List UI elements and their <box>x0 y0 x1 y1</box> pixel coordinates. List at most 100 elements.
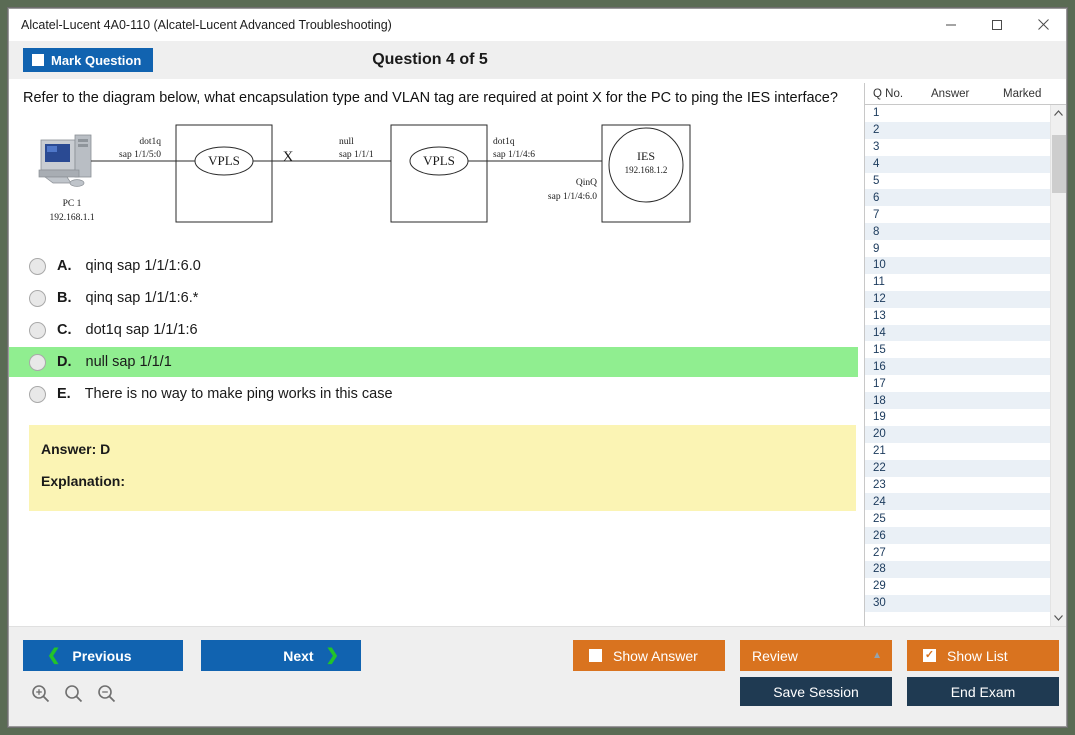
option-d[interactable]: D. null sap 1/1/1 <box>9 347 858 377</box>
option-a[interactable]: A. qinq sap 1/1/1:6.0 <box>9 251 858 281</box>
row-question-number: 21 <box>873 445 931 457</box>
question-list-row[interactable]: 17 <box>865 375 1050 392</box>
question-list-row[interactable]: 29 <box>865 578 1050 595</box>
show-answer-button[interactable]: Show Answer <box>573 640 725 671</box>
question-list-row[interactable]: 15 <box>865 341 1050 358</box>
review-dropdown[interactable]: Review ▲ <box>740 640 892 671</box>
question-list-row[interactable]: 18 <box>865 392 1050 409</box>
diagram-link1-line2: sap 1/1/5:0 <box>119 150 161 160</box>
next-button[interactable]: Next ❯ <box>201 640 361 671</box>
radio-icon[interactable] <box>29 354 46 371</box>
zoom-in-icon[interactable] <box>31 684 50 703</box>
row-question-number: 30 <box>873 597 931 609</box>
option-text: qinq sap 1/1/1:6.0 <box>86 258 201 274</box>
row-question-number: 16 <box>873 361 931 373</box>
close-button[interactable] <box>1020 9 1066 41</box>
question-list-row[interactable]: 1 <box>865 105 1050 122</box>
scrollbar-thumb[interactable] <box>1052 135 1066 193</box>
option-text: dot1q sap 1/1/1:6 <box>86 322 198 338</box>
question-list-row[interactable]: 14 <box>865 325 1050 342</box>
chevron-up-icon[interactable]: ▲ <box>872 650 882 661</box>
row-question-number: 26 <box>873 530 931 542</box>
question-list-row[interactable]: 11 <box>865 274 1050 291</box>
zoom-reset-icon[interactable] <box>64 684 83 703</box>
option-c[interactable]: C. dot1q sap 1/1/1:6 <box>9 315 858 345</box>
diagram-ies-label: IES <box>637 149 655 163</box>
scrollbar-track[interactable] <box>1051 121 1066 610</box>
diagram-link2-line2: sap 1/1/1 <box>339 150 374 160</box>
question-list-row[interactable]: 7 <box>865 206 1050 223</box>
question-list-row[interactable]: 6 <box>865 189 1050 206</box>
option-letter: A. <box>57 258 72 274</box>
scroll-up-icon[interactable] <box>1051 105 1067 121</box>
row-question-number: 24 <box>873 496 931 508</box>
question-list-row[interactable]: 12 <box>865 291 1050 308</box>
minimize-button[interactable] <box>928 9 974 41</box>
question-list-row[interactable]: 27 <box>865 544 1050 561</box>
scroll-down-icon[interactable] <box>1051 610 1067 626</box>
row-question-number: 11 <box>873 276 931 288</box>
diagram-vpls2-label: VPLS <box>423 153 455 168</box>
radio-icon[interactable] <box>29 386 46 403</box>
show-answer-checkbox-icon[interactable] <box>589 649 602 662</box>
question-list-row[interactable]: 25 <box>865 510 1050 527</box>
question-list-header: Q No. Answer Marked <box>865 83 1066 105</box>
question-list-row[interactable]: 21 <box>865 443 1050 460</box>
diagram-link4-line1: QinQ <box>576 178 597 188</box>
zoom-out-icon[interactable] <box>97 684 116 703</box>
radio-icon[interactable] <box>29 322 46 339</box>
show-list-checkbox-icon[interactable]: ✓ <box>923 649 936 662</box>
question-list-row[interactable]: 20 <box>865 426 1050 443</box>
question-list-row[interactable]: 8 <box>865 223 1050 240</box>
radio-icon[interactable] <box>29 290 46 307</box>
show-list-label: Show List <box>947 648 1008 664</box>
question-list-body: 1234567891011121314151617181920212223242… <box>865 105 1066 626</box>
question-list-row[interactable]: 3 <box>865 139 1050 156</box>
question-list-row[interactable]: 9 <box>865 240 1050 257</box>
exam-footer: ❮ Previous Next ❯ Show Answer Review ▲ ✓… <box>9 626 1066 726</box>
row-question-number: 2 <box>873 124 931 136</box>
row-question-number: 20 <box>873 428 931 440</box>
question-list-row[interactable]: 26 <box>865 527 1050 544</box>
column-header-marked: Marked <box>1003 88 1066 100</box>
mark-question-button[interactable]: Mark Question <box>23 48 153 72</box>
question-list-row[interactable]: 23 <box>865 477 1050 494</box>
maximize-button[interactable] <box>974 9 1020 41</box>
previous-button[interactable]: ❮ Previous <box>23 640 183 671</box>
question-list-row[interactable]: 16 <box>865 358 1050 375</box>
diagram-link1-line1: dot1q <box>139 137 161 147</box>
question-list-row[interactable]: 22 <box>865 460 1050 477</box>
save-session-button[interactable]: Save Session <box>740 677 892 706</box>
question-list-row[interactable]: 24 <box>865 493 1050 510</box>
mark-question-checkbox-icon[interactable] <box>32 54 44 66</box>
question-list-rows: 1234567891011121314151617181920212223242… <box>865 105 1050 626</box>
question-list-row[interactable]: 10 <box>865 257 1050 274</box>
question-list-row[interactable]: 13 <box>865 308 1050 325</box>
question-list-row[interactable]: 28 <box>865 561 1050 578</box>
option-b[interactable]: B. qinq sap 1/1/1:6.* <box>9 283 858 313</box>
row-question-number: 19 <box>873 411 931 423</box>
row-question-number: 18 <box>873 395 931 407</box>
diagram-link3-line1: dot1q <box>493 137 515 147</box>
row-question-number: 25 <box>873 513 931 525</box>
question-list-row[interactable]: 19 <box>865 409 1050 426</box>
show-list-button[interactable]: ✓ Show List <box>907 640 1059 671</box>
mark-question-label: Mark Question <box>51 53 141 68</box>
row-question-number: 27 <box>873 547 931 559</box>
row-question-number: 8 <box>873 226 931 238</box>
row-question-number: 14 <box>873 327 931 339</box>
question-list-row[interactable]: 4 <box>865 156 1050 173</box>
question-list-row[interactable]: 5 <box>865 173 1050 190</box>
option-text: There is no way to make ping works in th… <box>85 386 393 402</box>
network-diagram-svg: VPLS VPLS IES 192.168.1.2 dot1q sap 1/1/… <box>9 113 709 243</box>
window-title: Alcatel-Lucent 4A0-110 (Alcatel-Lucent A… <box>9 18 928 32</box>
end-exam-button[interactable]: End Exam <box>907 677 1059 706</box>
question-list-row[interactable]: 30 <box>865 595 1050 612</box>
option-e[interactable]: E. There is no way to make ping works in… <box>9 379 858 409</box>
diagram-link4-line2: sap 1/1/4:6.0 <box>548 192 597 202</box>
radio-icon[interactable] <box>29 258 46 275</box>
next-label: Next <box>283 648 313 664</box>
question-list-scrollbar[interactable] <box>1050 105 1066 626</box>
question-list-row[interactable]: 2 <box>865 122 1050 139</box>
option-letter: E. <box>57 386 71 402</box>
